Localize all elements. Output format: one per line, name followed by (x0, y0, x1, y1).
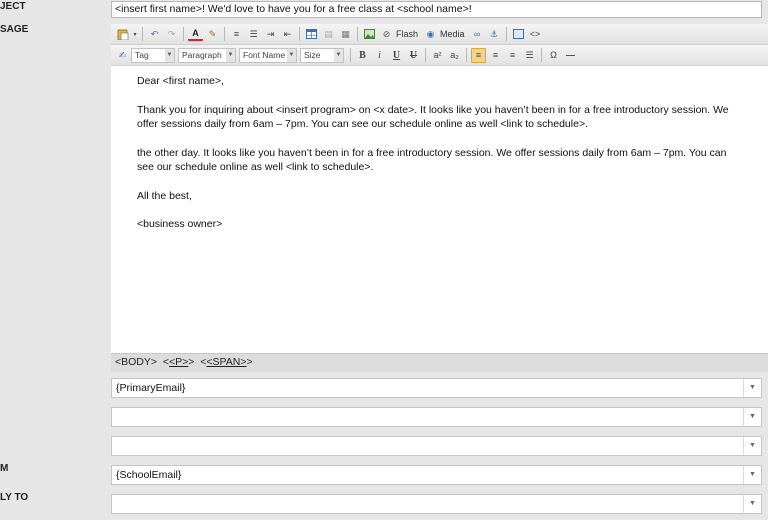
from-label: M (0, 463, 9, 474)
flash-icon[interactable]: ⊘ (379, 27, 394, 42)
toolbar-separator (425, 48, 426, 62)
tag-dropdown[interactable]: Tag ▼ (131, 47, 175, 63)
undo-icon[interactable]: ↶ (147, 27, 162, 42)
reply-to-label: LY TO (0, 492, 29, 503)
chevron-down-icon: ▼ (334, 48, 343, 62)
to-email-value: {PrimaryEmail} (116, 382, 186, 394)
paragraph-dropdown-label: Paragraph (182, 49, 222, 60)
subject-label: JECT (0, 1, 26, 12)
indent-icon[interactable]: ⇥ (263, 27, 278, 42)
toolbar-separator (357, 27, 358, 41)
chevron-down-icon[interactable]: ▼ (743, 495, 761, 513)
signature-line: <business owner> (137, 218, 223, 230)
toolbar-separator (505, 27, 507, 41)
from-email-select[interactable]: {SchoolEmail} ▼ (111, 465, 762, 485)
align-justify-icon[interactable]: ☰ (522, 48, 537, 63)
chevron-down-icon[interactable]: ▼ (743, 379, 761, 397)
greeting-line: Dear <first name>, (137, 75, 224, 87)
paragraph-1-line-2: offer sessions daily from 6am – 7pm. You… (137, 118, 588, 130)
image-icon[interactable] (362, 27, 377, 42)
italic-icon[interactable]: i (372, 48, 387, 63)
numbered-list-icon[interactable]: ≡ (229, 27, 244, 42)
toolbar-separator (299, 27, 300, 41)
paragraph-1: Thank you for inquiring about <insert pr… (137, 103, 768, 132)
size-dropdown-label: Size (304, 49, 321, 60)
table-icon[interactable] (304, 27, 319, 42)
to-email-select[interactable]: {PrimaryEmail} ▼ (111, 378, 762, 398)
editor-toolbar-format: ✍ Tag ▼ Paragraph ▼ Font Name ▼ Size ▼ B i U… (111, 45, 768, 66)
toolbar-separator (224, 27, 225, 41)
outdent-icon[interactable]: ⇤ (280, 27, 295, 42)
path-span-tag[interactable]: <<SPAN>> (200, 356, 252, 368)
cc-email-select[interactable]: ▼ (111, 407, 762, 427)
subscript-icon[interactable]: a₂ (447, 48, 462, 63)
message-editor[interactable]: ▾ ↶ ↷ A ✎ ≡ ☰ ⇥ ⇤ ▤ ▦ ⊘ Flash ◉ Media ∞ … (111, 24, 768, 372)
media-icon[interactable]: ◉ (423, 27, 438, 42)
horizontal-rule-icon[interactable]: — (563, 48, 578, 63)
paragraph-2: the other day. It looks like you haven’t… (137, 146, 768, 175)
anchor-icon[interactable]: ⚓ (487, 27, 502, 42)
path-p-tag[interactable]: <<P>> (163, 356, 195, 368)
paragraph-dropdown[interactable]: Paragraph ▼ (178, 47, 236, 63)
highlight-color-icon[interactable]: ✎ (205, 27, 220, 42)
closing-line: All the best, (137, 189, 192, 202)
toolbar-separator (183, 27, 184, 41)
bulleted-list-icon[interactable]: ☰ (246, 27, 261, 42)
from-email-value: {SchoolEmail} (116, 469, 182, 481)
element-path-bar: <BODY> <<P>> <<SPAN>> (111, 353, 768, 372)
message-body[interactable]: Dear <first name>, Thank you for inquiri… (137, 74, 768, 246)
paste-icon[interactable] (115, 27, 130, 42)
chevron-down-icon: ▼ (287, 48, 296, 62)
bcc-email-select[interactable]: ▼ (111, 436, 762, 456)
bold-icon[interactable]: B (355, 48, 370, 63)
editor-toolbar-top: ▾ ↶ ↷ A ✎ ≡ ☰ ⇥ ⇤ ▤ ▦ ⊘ Flash ◉ Media ∞ … (111, 24, 768, 45)
underline-icon[interactable]: U (389, 48, 404, 63)
table-properties-icon[interactable]: ▦ (338, 27, 353, 42)
chevron-down-icon[interactable]: ▼ (743, 408, 761, 426)
paragraph-2-line-1: the other day. It looks like you haven’t… (137, 146, 727, 159)
font-color-icon[interactable]: A (188, 28, 203, 41)
toolbar-separator (350, 48, 351, 62)
dropdown-arrow-icon[interactable]: ▾ (132, 27, 138, 42)
chevron-down-icon[interactable]: ▼ (743, 466, 761, 484)
subject-input[interactable]: <insert first name>! We'd love to have y… (111, 1, 762, 18)
redo-icon[interactable]: ↷ (164, 27, 179, 42)
chevron-down-icon: ▼ (226, 48, 235, 62)
path-body-tag[interactable]: <BODY> (115, 356, 157, 368)
superscript-icon[interactable]: a² (430, 48, 445, 63)
format-stripper-icon[interactable]: ✍ (115, 48, 130, 63)
fullscreen-icon[interactable] (511, 27, 526, 42)
toolbar-separator (541, 48, 542, 62)
font-name-dropdown[interactable]: Font Name ▼ (239, 47, 297, 63)
chevron-down-icon: ▼ (165, 48, 174, 62)
link-icon[interactable]: ∞ (470, 27, 485, 42)
tag-dropdown-label: Tag (135, 49, 149, 60)
align-center-icon[interactable]: ≡ (488, 48, 503, 63)
size-dropdown[interactable]: Size ▼ (300, 47, 344, 63)
path-span-tag-name[interactable]: <SPAN> (206, 356, 246, 368)
path-p-tag-name[interactable]: <P> (169, 356, 188, 368)
align-left-icon[interactable]: ≡ (471, 47, 486, 63)
media-button-label[interactable]: Media (440, 29, 465, 39)
toolbar-separator (466, 48, 467, 62)
paragraph-1-line-1: Thank you for inquiring about <insert pr… (137, 103, 729, 116)
chevron-down-icon[interactable]: ▼ (743, 437, 761, 455)
paragraph-2-line-2: see our schedule online as well <link to… (137, 161, 374, 173)
special-character-icon[interactable]: Ω (546, 48, 561, 63)
font-name-dropdown-label: Font Name (243, 49, 286, 60)
edit-table-icon[interactable]: ▤ (321, 27, 336, 42)
reply-to-email-select[interactable]: ▼ (111, 494, 762, 514)
flash-button-label[interactable]: Flash (396, 29, 418, 39)
strikethrough-icon[interactable]: U (406, 48, 421, 63)
html-source-icon[interactable]: <> (528, 27, 543, 42)
message-label: SAGE (0, 24, 29, 35)
align-right-icon[interactable]: ≡ (505, 48, 520, 63)
toolbar-separator (142, 27, 143, 41)
